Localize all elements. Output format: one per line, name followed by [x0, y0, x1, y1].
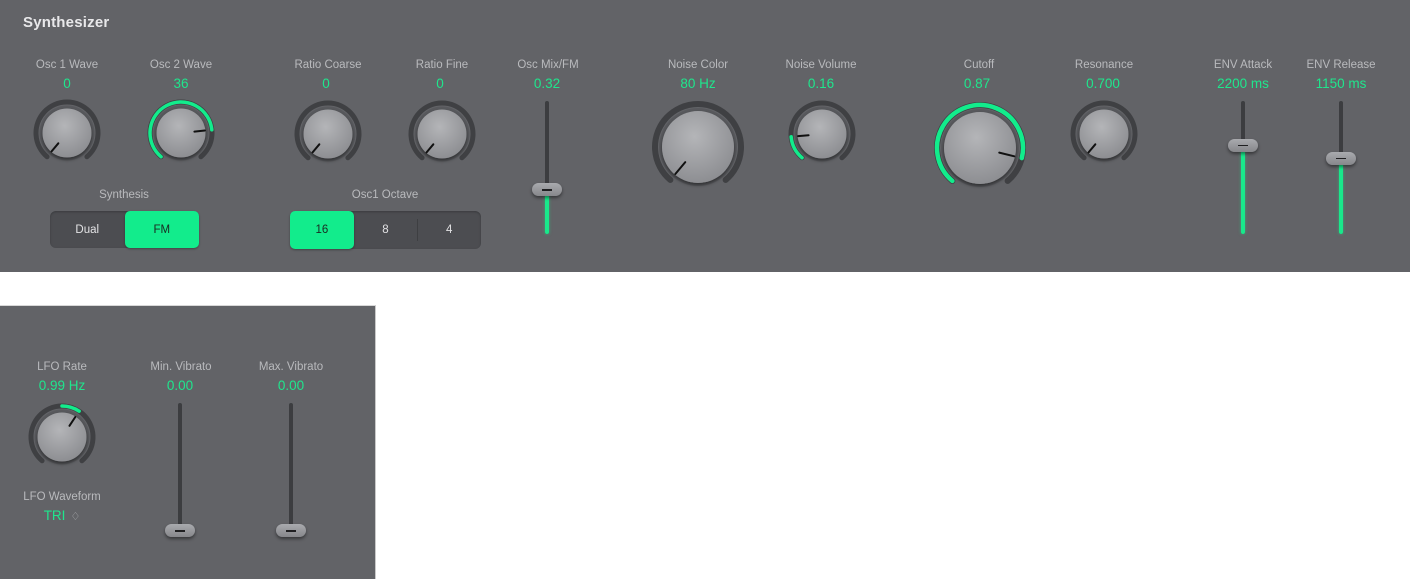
knob-body — [662, 111, 734, 183]
cutoff-value: 0.87 — [963, 76, 991, 91]
resonance-knob[interactable] — [1069, 99, 1139, 169]
octave-8-button[interactable]: 8 — [354, 211, 418, 249]
slider-thumb[interactable] — [165, 524, 195, 537]
noise-color-knob[interactable] — [651, 100, 745, 194]
env-release-value: 1150 ms — [1315, 76, 1367, 91]
env-release-label: ENV Release — [1306, 59, 1376, 71]
osc2-wave-knob[interactable] — [146, 98, 216, 168]
ratio-coarse-label: Ratio Coarse — [294, 59, 362, 71]
min-vibrato-slider[interactable] — [160, 403, 200, 537]
osc1-octave-selector: 16 8 4 — [290, 211, 481, 249]
osc1-wave-knob[interactable] — [32, 98, 102, 168]
osc2-wave-label: Osc 2 Wave — [149, 59, 213, 71]
osc-mix-fm-slider[interactable] — [527, 101, 567, 234]
synthesizer-panel: Synthesizer Osc 1 Wave 0 Osc 2 Wave 36 S… — [0, 0, 1410, 272]
synthesis-selector: Dual FM — [50, 211, 199, 248]
max-vibrato-label: Max. Vibrato — [258, 361, 324, 373]
min-vibrato-value: 0.00 — [166, 378, 194, 393]
osc1-wave-label: Osc 1 Wave — [35, 59, 99, 71]
noise-volume-knob[interactable] — [787, 99, 857, 169]
osc-mix-fm-value: 0.32 — [533, 76, 561, 91]
knob-body — [156, 108, 206, 158]
knob-body — [797, 109, 847, 159]
panel-title: Synthesizer — [23, 14, 110, 31]
osc1-wave-value: 0 — [63, 76, 71, 91]
knob-body — [944, 112, 1016, 184]
slider-fill — [1339, 157, 1343, 234]
slider-thumb[interactable] — [1228, 138, 1258, 152]
lfo-panel: LFO Rate 0.99 Hz LFO Waveform TRI ♢ Min. … — [0, 305, 376, 579]
resonance-label: Resonance — [1074, 59, 1134, 71]
slider-thumb[interactable] — [532, 183, 562, 197]
ratio-fine-value: 0 — [436, 76, 444, 91]
ratio-fine-label: Ratio Fine — [415, 59, 469, 71]
env-attack-value: 2200 ms — [1217, 76, 1269, 91]
knob-indicator — [797, 134, 810, 138]
noise-color-label: Noise Color — [667, 59, 729, 71]
lfo-rate-value: 0.99 Hz — [38, 378, 86, 393]
env-attack-slider[interactable] — [1223, 101, 1263, 234]
min-vibrato-label: Min. Vibrato — [150, 361, 212, 373]
env-attack-label: ENV Attack — [1213, 59, 1273, 71]
knob-body — [417, 109, 467, 159]
lfo-rate-knob[interactable] — [27, 402, 97, 472]
osc2-wave-value: 36 — [173, 76, 189, 91]
slider-thumb[interactable] — [276, 524, 306, 537]
env-release-slider[interactable] — [1321, 101, 1361, 234]
knob-body — [303, 109, 353, 159]
knob-indicator — [193, 129, 206, 133]
osc1-octave-label: Osc1 Octave — [351, 189, 419, 201]
slider-track[interactable] — [289, 403, 293, 536]
ratio-fine-knob[interactable] — [407, 99, 477, 169]
noise-color-value: 80 Hz — [680, 76, 716, 91]
up-down-chevron-icon: ♢ — [70, 511, 81, 523]
noise-volume-value: 0.16 — [807, 76, 835, 91]
slider-fill — [1241, 144, 1245, 234]
lfo-waveform-label: LFO Waveform — [23, 491, 101, 503]
ratio-coarse-knob[interactable] — [293, 99, 363, 169]
slider-track[interactable] — [178, 403, 182, 536]
max-vibrato-slider[interactable] — [271, 403, 311, 537]
knob-body — [42, 108, 92, 158]
noise-volume-label: Noise Volume — [785, 59, 857, 71]
max-vibrato-value: 0.00 — [277, 378, 305, 393]
synthesis-dual-button[interactable]: Dual — [50, 211, 125, 248]
synthesis-label: Synthesis — [99, 189, 149, 201]
lfo-waveform-popup[interactable]: TRI ♢ — [44, 508, 81, 523]
synthesis-fm-button[interactable]: FM — [124, 211, 199, 248]
ratio-coarse-value: 0 — [322, 76, 330, 91]
knob-body — [37, 412, 87, 462]
knob-body — [1079, 109, 1129, 159]
lfo-rate-label: LFO Rate — [37, 361, 87, 373]
cutoff-label: Cutoff — [963, 59, 995, 71]
resonance-value: 0.700 — [1086, 76, 1120, 91]
osc-mix-fm-label: Osc Mix/FM — [517, 59, 579, 71]
lfo-waveform-value: TRI — [43, 508, 66, 523]
octave-4-button[interactable]: 4 — [417, 211, 481, 249]
cutoff-knob[interactable] — [933, 101, 1027, 195]
segment-divider — [417, 219, 419, 241]
slider-thumb[interactable] — [1326, 151, 1356, 165]
octave-16-button[interactable]: 16 — [290, 211, 354, 249]
